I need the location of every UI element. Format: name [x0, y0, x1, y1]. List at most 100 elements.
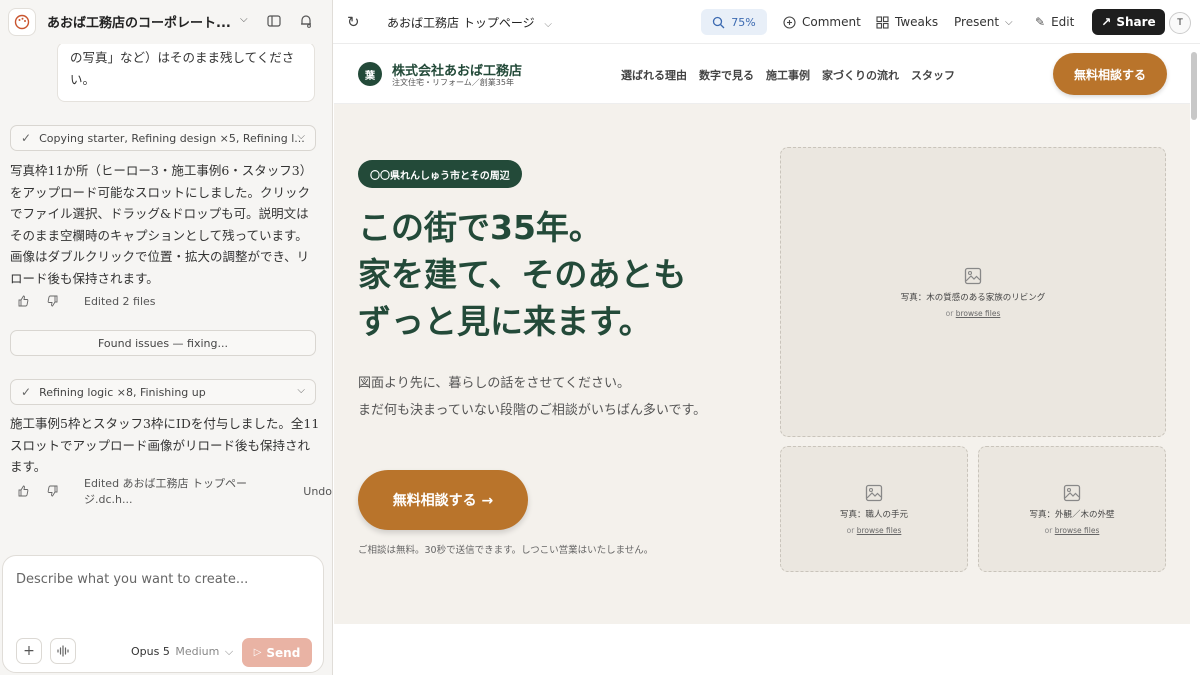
nav-link-works[interactable]: 施工事例: [766, 67, 810, 83]
image-placeholder-icon: [1063, 484, 1081, 501]
tweaks-button[interactable]: Tweaks: [876, 15, 938, 29]
palette-icon[interactable]: [8, 8, 36, 36]
browse-files[interactable]: or browse files: [847, 526, 902, 535]
comment-button[interactable]: Comment: [783, 15, 861, 29]
project-title[interactable]: あおば工務店のコーポレート...: [47, 12, 231, 31]
model-selector[interactable]: Opus 5 Medium ⌵: [131, 645, 233, 659]
found-issues-label: Found issues — fixing...: [97, 336, 228, 350]
browse-files[interactable]: or browse files: [946, 309, 1001, 318]
lead-line-1: 図面より先に、暮らしの話をさせてください。: [358, 376, 630, 391]
page-title: あおば工務店 トップページ: [387, 16, 535, 30]
step-summary-1[interactable]: ✓ Copying starter, Refining design ×5, R…: [10, 125, 316, 151]
site-nav: 葉 株式会社あおば工務店 注文住宅・リフォーム／創業35年 選ばれる理由 数字で…: [334, 44, 1190, 104]
logo-tagline: 注文住宅・リフォーム／創業35年: [392, 78, 514, 87]
chevron-down-icon: ⌵: [1005, 16, 1013, 28]
photo-slot-exterior[interactable]: 写真：外観／木の外壁 or browse files: [978, 446, 1166, 572]
chevron-down-icon: ⌵: [224, 645, 234, 658]
nav-link-flow[interactable]: 家づくりの流れ: [822, 67, 899, 83]
send-icon: ▷: [253, 647, 262, 658]
chat-panel: あおば工務店のコーポレート... ⌵ の写真」など）はそのまま残してください。 …: [0, 0, 332, 675]
preview-scrollbar[interactable]: [1191, 52, 1197, 120]
page-selector[interactable]: あおば工務店 トップページ ⌵: [387, 14, 552, 31]
user-message: の写真」など）はそのまま残してください。: [57, 44, 315, 102]
chat-history[interactable]: の写真」など）はそのまま残してください。 ✓ Copying starter, …: [0, 44, 332, 554]
zoom-control[interactable]: 75%: [701, 9, 767, 35]
edited-file-link[interactable]: Edited あおば工務店 トップページ.dc.h...: [84, 475, 295, 507]
share-arrow-icon: ↗: [1101, 15, 1112, 29]
area-badge: 〇〇県れんしゅう市とその周辺: [358, 160, 522, 188]
lightning-icon: ✓: [21, 385, 32, 399]
thumbs-down-icon[interactable]: [46, 484, 60, 498]
thumbs-up-icon[interactable]: [16, 294, 30, 308]
nav-consult-button[interactable]: 無料相談する: [1053, 53, 1167, 95]
send-button[interactable]: ▷ Send: [242, 638, 312, 667]
or-text: or: [1044, 525, 1053, 535]
present-button[interactable]: Present ⌵: [954, 15, 1013, 29]
edit-label: Edit: [1051, 15, 1075, 29]
step-summary-2[interactable]: ✓ Refining logic ×8, Finishing up ⌵: [10, 379, 316, 405]
hero-lead: 図面より先に、暮らしの話をさせてください。 まだ何も決まっていない段階のご相談が…: [358, 370, 718, 424]
edited-files-link[interactable]: Edited 2 files: [84, 295, 156, 308]
chat-header: あおば工務店のコーポレート... ⌵: [0, 0, 332, 44]
edit-button[interactable]: ✎ Edit: [1035, 15, 1074, 29]
share-label: Share: [1116, 15, 1156, 29]
send-label: Send: [266, 645, 301, 660]
step-summary-2-label: Refining logic ×8, Finishing up: [39, 385, 206, 399]
sidebar-toggle-icon[interactable]: [266, 13, 282, 29]
reload-icon[interactable]: ↻: [347, 13, 360, 31]
photo-caption: 写真：外観／木の外壁: [1029, 509, 1115, 520]
website-preview[interactable]: 葉 株式会社あおば工務店 注文住宅・リフォーム／創業35年 選ばれる理由 数字で…: [334, 44, 1190, 675]
chevron-down-icon: ⌵: [297, 131, 305, 142]
headline-line-2: 家を建て、そのあとも: [358, 255, 687, 294]
photo-caption: 写真：職人の手元: [839, 509, 908, 520]
logo-mark[interactable]: 葉: [358, 62, 382, 86]
voice-input-button[interactable]: [50, 638, 76, 664]
preview-pane: ↻ あおば工務店 トップページ ⌵ 75% Comment Tweaks Pre…: [332, 0, 1200, 675]
browse-files[interactable]: or browse files: [1045, 526, 1100, 535]
add-attachment-button[interactable]: +: [16, 638, 42, 664]
undo-button[interactable]: Undo: [303, 485, 332, 498]
thumbs-down-icon[interactable]: [46, 294, 60, 308]
or-text: or: [945, 308, 954, 318]
present-label: Present: [954, 15, 1000, 29]
grid-icon: [876, 15, 889, 29]
hero-note: ご相談は無料。30秒で送信できます。しつこい営業はいたしません。: [358, 545, 654, 556]
chevron-down-icon[interactable]: ⌵: [240, 14, 248, 25]
next-section: [334, 624, 1190, 675]
chevron-down-icon: ⌵: [297, 385, 305, 396]
or-text: or: [846, 525, 855, 535]
photo-caption: 写真：木の質感のある家族のリビング: [900, 292, 1046, 303]
audio-wave-icon: [57, 645, 69, 657]
hero-consult-button[interactable]: 無料相談する →: [358, 470, 528, 530]
preview-toolbar: ↻ あおば工務店 トップページ ⌵ 75% Comment Tweaks Pre…: [333, 0, 1200, 44]
assistant-message-1: 写真枠11か所（ヒーロー3・施工事例6・スタッフ3）をアップロード可能なスロット…: [10, 163, 313, 286]
nav-link-reasons[interactable]: 選ばれる理由: [621, 67, 687, 83]
browse-files-link[interactable]: browse files: [956, 309, 1001, 318]
browse-files-link[interactable]: browse files: [857, 526, 902, 535]
comment-icon: [783, 15, 796, 29]
message-actions-1: Edited 2 files: [16, 293, 156, 309]
tweaks-label: Tweaks: [895, 15, 939, 29]
hero-section: 〇〇県れんしゅう市とその周辺 この街で35年。 家を建て、そのあとも ずっと見に…: [334, 104, 1190, 624]
lead-line-2: まだ何も決まっていない段階のご相談がいちばん多いです。: [358, 403, 707, 418]
effort-level: Medium: [175, 645, 220, 658]
image-placeholder-icon: [865, 484, 883, 501]
nav-link-numbers[interactable]: 数字で見る: [699, 67, 754, 83]
headline-line-3: ずっと見に来ます。: [358, 302, 652, 341]
share-button[interactable]: ↗ Share: [1092, 9, 1165, 35]
thumbs-up-icon[interactable]: [16, 484, 30, 498]
photo-slot-living[interactable]: 写真：木の質感のある家族のリビング or browse files: [780, 147, 1166, 437]
nav-link-staff[interactable]: スタッフ: [911, 67, 955, 83]
composer[interactable]: Describe what you want to create... + Op…: [2, 555, 324, 673]
notification-bell-icon[interactable]: [298, 13, 314, 29]
search-icon: [713, 16, 725, 28]
image-placeholder-icon: [964, 267, 982, 284]
found-issues-status: Found issues — fixing...: [10, 330, 316, 356]
prompt-input[interactable]: Describe what you want to create...: [16, 572, 248, 587]
browse-files-link[interactable]: browse files: [1055, 526, 1100, 535]
photo-slot-craftsman[interactable]: 写真：職人の手元 or browse files: [780, 446, 968, 572]
hero-headline: この街で35年。 家を建て、そのあとも ずっと見に来ます。: [358, 204, 758, 345]
avatar[interactable]: T: [1169, 12, 1191, 34]
plus-icon: +: [23, 643, 35, 659]
model-name: Opus 5: [131, 645, 170, 658]
